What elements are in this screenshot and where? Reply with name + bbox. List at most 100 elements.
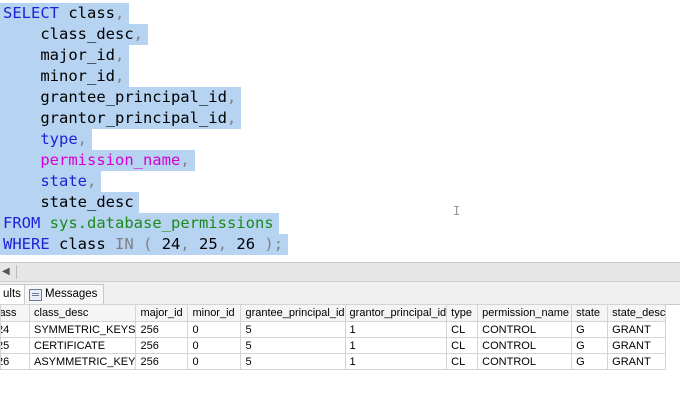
table-cell[interactable]: 5: [240, 321, 346, 338]
selected-text: SELECT class,: [0, 3, 130, 24]
column-header[interactable]: state_desc: [607, 304, 667, 322]
table-cell[interactable]: CL: [446, 321, 479, 338]
code-line[interactable]: state_desc: [0, 192, 139, 213]
table-cell[interactable]: 1: [344, 321, 448, 338]
tab-results-label: ults: [3, 288, 21, 300]
table-row[interactable]: 26ASYMMETRIC_KEY256051CLCONTROLGGRANT: [0, 353, 667, 370]
results-tabbar: ults Messages: [0, 282, 680, 305]
table-cell[interactable]: 24: [0, 321, 30, 338]
selected-text: permission_name,: [0, 150, 195, 171]
code-token: grantee_principal_id: [3, 88, 227, 106]
messages-icon: [29, 289, 42, 301]
code-token: ,: [180, 151, 190, 169]
code-token: ,: [114, 46, 125, 64]
code-line[interactable]: permission_name,: [0, 150, 195, 171]
horizontal-scrollbar[interactable]: ◀: [0, 262, 680, 282]
code-token: major_id: [3, 46, 115, 64]
selected-text: WHERE class IN ( 24, 25, 26 );: [0, 234, 289, 255]
table-cell[interactable]: 5: [240, 353, 346, 370]
table-cell[interactable]: 26: [0, 353, 30, 370]
table-cell[interactable]: 0: [187, 321, 242, 338]
code-line[interactable]: SELECT class,: [0, 3, 130, 24]
sql-editor[interactable]: SELECT class, class_desc, major_id, mino…: [0, 0, 680, 262]
code-token: minor_id: [3, 67, 115, 85]
selected-text: state,: [0, 171, 102, 192]
code-token: grantor_principal_id: [3, 109, 227, 127]
code-token: state: [40, 172, 87, 190]
table-cell[interactable]: G: [571, 321, 609, 338]
code-line[interactable]: state,: [0, 171, 102, 192]
code-token: sys.database_permissions: [49, 214, 274, 232]
table-cell[interactable]: CERTIFICATE: [28, 337, 137, 354]
grid-body: 24SYMMETRIC_KEYS256051CLCONTROLGGRANT25C…: [0, 321, 667, 370]
table-cell[interactable]: CONTROL: [477, 321, 573, 338]
code-line[interactable]: grantee_principal_id,: [0, 87, 242, 108]
text-cursor-icon: I: [453, 204, 461, 218]
selected-text: minor_id,: [0, 66, 130, 87]
column-header[interactable]: lass: [0, 304, 30, 322]
tab-messages[interactable]: Messages: [24, 284, 105, 304]
code-token: 24: [152, 235, 181, 253]
table-cell[interactable]: 5: [240, 337, 346, 354]
table-cell[interactable]: CL: [446, 337, 479, 354]
code-line[interactable]: grantor_principal_id,: [0, 108, 242, 129]
selected-text: grantor_principal_id,: [0, 108, 242, 129]
table-cell[interactable]: 256: [135, 353, 189, 370]
code-line[interactable]: WHERE class IN ( 24, 25, 26 );: [0, 234, 289, 255]
table-cell[interactable]: 0: [187, 337, 242, 354]
selected-text: type,: [0, 129, 92, 150]
table-cell[interactable]: 256: [135, 337, 189, 354]
code-line[interactable]: major_id,: [0, 45, 130, 66]
code-token: FROM: [3, 214, 41, 232]
table-cell[interactable]: G: [571, 353, 609, 370]
results-grid[interactable]: lassclass_descmajor_idminor_idgrantee_pr…: [0, 304, 667, 370]
column-header[interactable]: minor_id: [187, 304, 242, 322]
table-cell[interactable]: GRANT: [607, 337, 667, 354]
code-token: );: [264, 235, 284, 253]
column-header[interactable]: grantee_principal_id: [240, 304, 346, 322]
table-cell[interactable]: GRANT: [607, 321, 667, 338]
column-header[interactable]: permission_name: [477, 304, 573, 322]
code-line[interactable]: class_desc,: [0, 24, 148, 45]
table-cell[interactable]: ASYMMETRIC_KEY: [28, 353, 137, 370]
code-line[interactable]: minor_id,: [0, 66, 130, 87]
code-token: SELECT: [3, 4, 59, 22]
code-token: WHERE: [3, 235, 50, 253]
table-cell[interactable]: 0: [187, 353, 242, 370]
column-header[interactable]: state: [571, 304, 609, 322]
column-header[interactable]: major_id: [135, 304, 189, 322]
code-token: ,: [217, 235, 228, 253]
code-token: ,: [226, 88, 237, 106]
selected-text: grantee_principal_id,: [0, 87, 242, 108]
table-row[interactable]: 24SYMMETRIC_KEYS256051CLCONTROLGGRANT: [0, 321, 667, 338]
selected-text: class_desc,: [0, 24, 148, 45]
table-cell[interactable]: 25: [0, 337, 30, 354]
code-token: ,: [114, 67, 125, 85]
column-header[interactable]: class_desc: [28, 304, 137, 322]
code-token: ,: [115, 4, 125, 22]
scroll-left-icon[interactable]: ◀: [2, 266, 10, 277]
selected-text: major_id,: [0, 45, 130, 66]
table-cell[interactable]: 1: [344, 353, 448, 370]
table-cell[interactable]: CONTROL: [477, 353, 573, 370]
column-header[interactable]: grantor_principal_id: [344, 304, 448, 322]
table-cell[interactable]: CONTROL: [477, 337, 573, 354]
code-line[interactable]: type,: [0, 129, 92, 150]
table-cell[interactable]: GRANT: [607, 353, 667, 370]
table-cell[interactable]: G: [571, 337, 609, 354]
column-header[interactable]: type: [446, 304, 479, 322]
code-token: ,: [87, 172, 97, 190]
table-row[interactable]: 25CERTIFICATE256051CLCONTROLGGRANT: [0, 337, 667, 354]
table-cell[interactable]: 256: [135, 321, 189, 338]
table-cell[interactable]: 1: [344, 337, 448, 354]
table-cell[interactable]: SYMMETRIC_KEYS: [28, 321, 137, 338]
code-token: class: [59, 4, 115, 22]
code-token: permission_name: [40, 151, 181, 169]
code-token: IN: [115, 235, 134, 253]
code-line[interactable]: FROM sys.database_permissions: [0, 213, 279, 234]
table-cell[interactable]: CL: [446, 353, 479, 370]
selected-text: FROM sys.database_permissions: [0, 213, 279, 234]
